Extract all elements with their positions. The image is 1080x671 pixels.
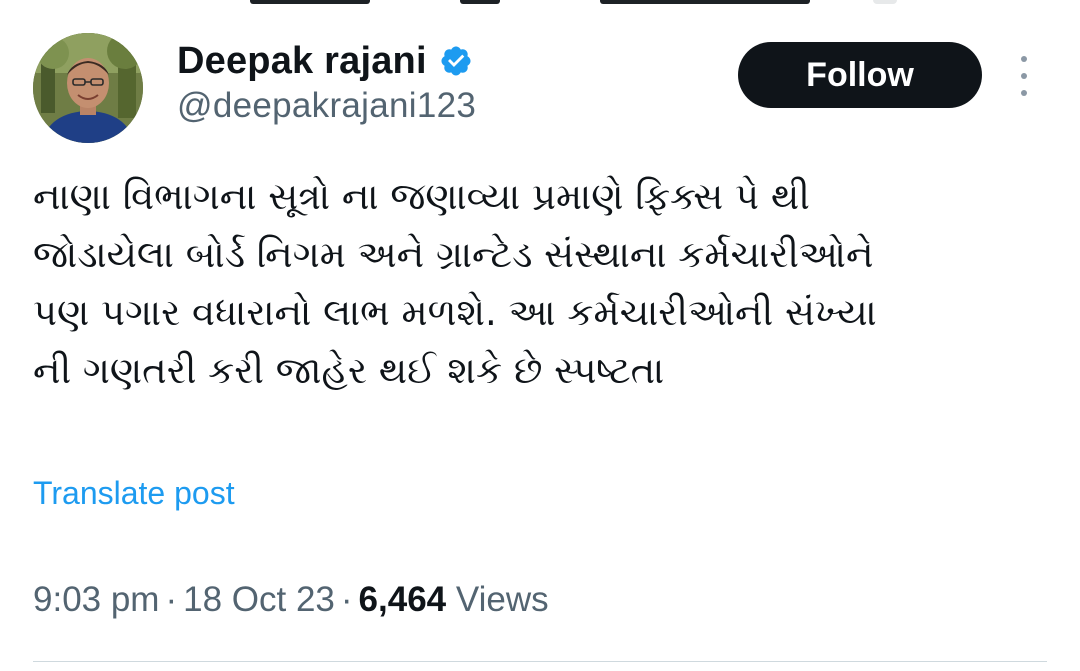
cropped-icon — [873, 0, 897, 4]
meta-separator: · — [340, 580, 353, 619]
post-meta: 9:03 pm · 18 Oct 23 · 6,464 Views — [33, 580, 549, 620]
meta-separator: · — [165, 580, 178, 619]
post-date[interactable]: 18 Oct 23 — [183, 580, 335, 619]
author-name-row[interactable]: Deepak rajani — [177, 36, 473, 86]
post-time[interactable]: 9:03 pm — [33, 580, 159, 619]
post-text: નાણા વિભાગના સૂત્રો ના જણાવ્યા પ્રમાણે ફ… — [33, 168, 1053, 400]
cropped-text-fragment — [600, 0, 810, 4]
avatar-photo — [33, 33, 143, 143]
post-text-line: જોડાયેલા બોર્ડ નિગમ અને ગ્રાન્ટેડ સંસ્થા… — [33, 233, 874, 276]
cropped-text-fragment — [460, 0, 500, 4]
post-text-line: નાણા વિભાગના સૂત્રો ના જણાવ્યા પ્રમાણે ફ… — [33, 175, 810, 218]
avatar[interactable] — [33, 33, 143, 143]
more-vertical-icon[interactable] — [1012, 56, 1036, 96]
translate-post-link[interactable]: Translate post — [33, 475, 235, 512]
previous-content-cropped — [0, 0, 1080, 6]
post-text-line: ની ગણતરી કરી જાહેર થઈ શકે છે સ્પષ્ટતા — [33, 349, 665, 392]
more-dot — [1021, 90, 1027, 96]
views-label[interactable]: Views — [456, 580, 549, 619]
views-count[interactable]: 6,464 — [359, 580, 447, 619]
divider — [33, 661, 1047, 662]
more-dot — [1021, 73, 1027, 79]
post-text-line: પણ પગાર વધારાનો લાભ મળશે. આ કર્મચારીઓની … — [33, 291, 877, 334]
cropped-text-fragment — [250, 0, 370, 4]
verified-badge-icon[interactable] — [439, 44, 473, 78]
display-name[interactable]: Deepak rajani — [177, 40, 427, 83]
author-handle[interactable]: @deepakrajani123 — [177, 86, 476, 126]
more-dot — [1021, 56, 1027, 62]
follow-button[interactable]: Follow — [738, 42, 982, 108]
